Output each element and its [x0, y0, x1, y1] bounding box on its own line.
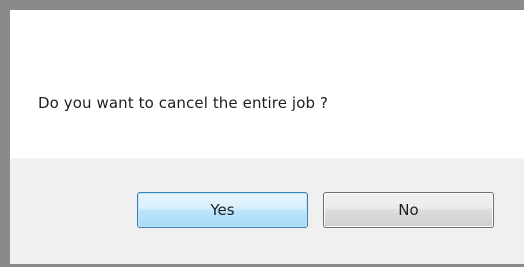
no-button[interactable]: No [323, 192, 494, 228]
confirm-dialog: Do you want to cancel the entire job ? Y… [0, 0, 524, 267]
dialog-button-bar: Yes No [10, 158, 524, 264]
dialog-message: Do you want to cancel the entire job ? [38, 94, 329, 112]
dialog-content-area: Do you want to cancel the entire job ? [10, 10, 524, 158]
yes-button[interactable]: Yes [137, 192, 308, 228]
